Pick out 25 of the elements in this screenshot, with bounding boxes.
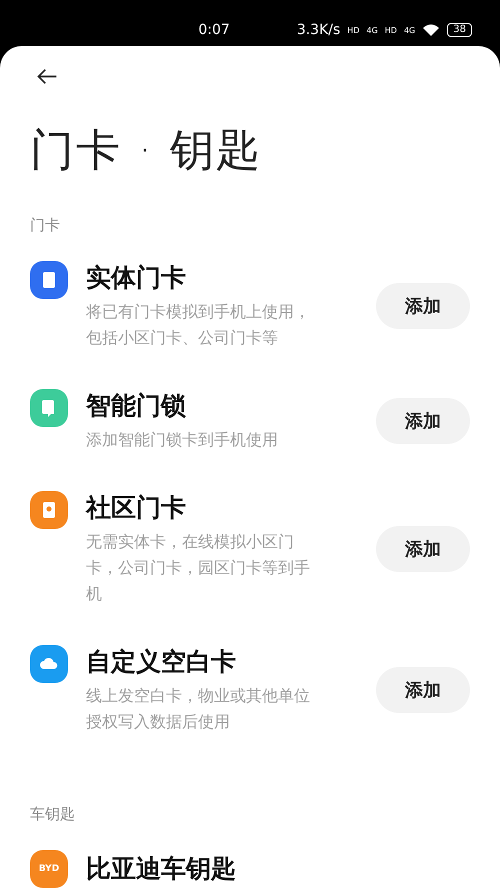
item-title: 智能门锁: [86, 390, 187, 422]
battery-level: 38: [447, 23, 472, 37]
item-title: 自定义空白卡: [86, 646, 237, 678]
item-description: 无需实体卡，在线模拟小区门卡，公司门卡，园区门卡等到手机: [86, 531, 311, 605]
section-heading: 门卡: [30, 216, 61, 235]
network-label: 4G: [404, 26, 416, 34]
network-label: HD: [347, 26, 360, 34]
add-button[interactable]: 添加: [376, 667, 470, 713]
network-speed: 3.3K/s: [296, 22, 340, 38]
item-description: 线上发空白卡，物业或其他单位授权写入数据后使用: [86, 685, 311, 733]
wifi-icon: [422, 23, 440, 37]
network-label: HD: [384, 26, 397, 34]
section-heading: 车钥匙: [30, 805, 76, 824]
item-title: 比亚迪车钥匙: [86, 853, 237, 885]
item-description: 添加智能门锁卡到手机使用: [86, 429, 279, 451]
item-title: 社区门卡: [86, 492, 187, 524]
network-label: 4G: [366, 26, 378, 34]
item-description: 将已有门卡模拟到手机上使用，包括小区门卡、公司门卡等: [86, 301, 311, 349]
add-button[interactable]: 添加: [376, 398, 470, 444]
status-time: 0:07: [198, 22, 230, 38]
page-title: 门卡 · 钥匙: [30, 124, 263, 178]
add-button[interactable]: 添加: [376, 526, 470, 572]
add-button[interactable]: 添加: [376, 283, 470, 329]
logo-icon: BYD: [30, 850, 68, 888]
item-title: 实体门卡: [86, 262, 187, 294]
